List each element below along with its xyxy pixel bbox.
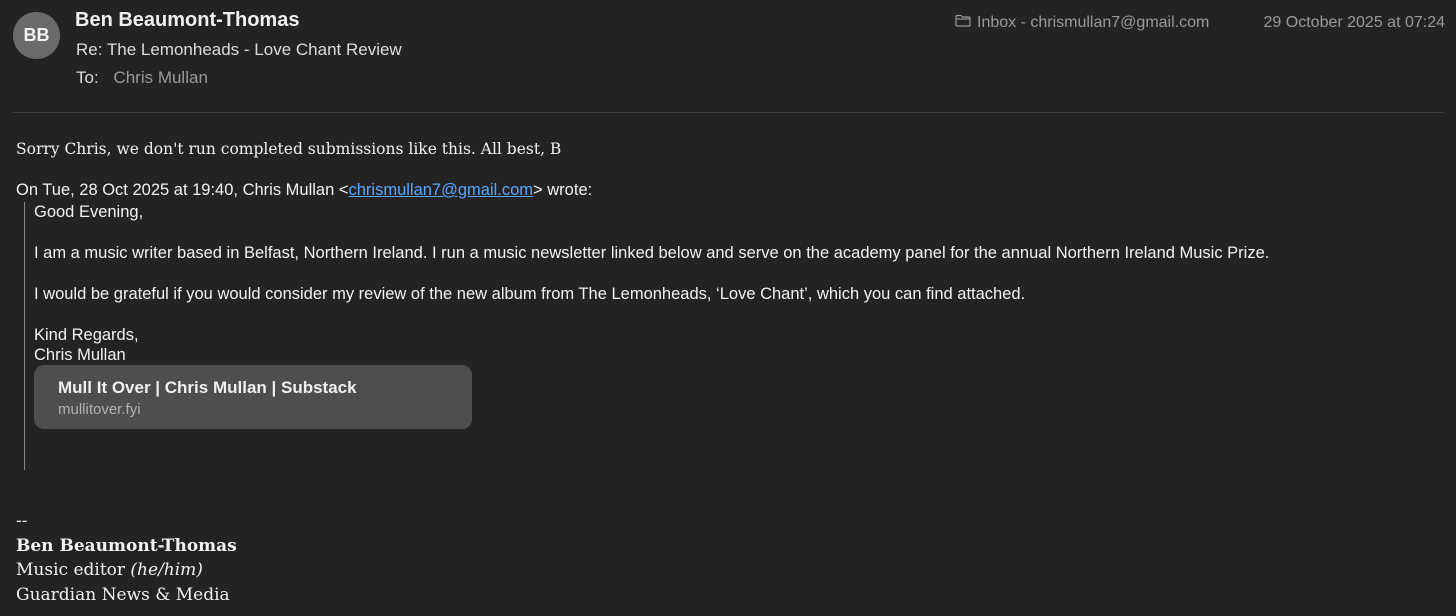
mailbox-location[interactable]: Inbox - chrismullan7@gmail.com [955, 14, 1209, 32]
mailbox-label: Inbox - chrismullan7@gmail.com [977, 14, 1210, 31]
to-label: To: [76, 68, 99, 87]
link-preview-card[interactable]: Mull It Over | Chris Mullan | Substack m… [34, 365, 472, 429]
email-view: BB Ben Beaumont-Thomas Re: The Lemonhead… [0, 0, 1456, 616]
recipient-row: To: Chris Mullan [76, 68, 208, 88]
quoted-paragraph-2: I would be grateful if you would conside… [34, 285, 1026, 303]
quoted-closing: Kind Regards, [34, 326, 139, 344]
attribution-email-link[interactable]: chrismullan7@gmail.com [348, 181, 533, 199]
attribution-suffix: > wrote: [533, 181, 593, 199]
quoted-message: Good Evening, I am a music writer based … [34, 202, 1269, 365]
attribution-prefix: On Tue, 28 Oct 2025 at 19:40, Chris Mull… [16, 181, 349, 199]
signature-pronouns: (he/him) [130, 560, 203, 580]
quote-attribution: On Tue, 28 Oct 2025 at 19:40, Chris Mull… [16, 181, 592, 200]
sender-name[interactable]: Ben Beaumont-Thomas [75, 9, 299, 32]
signature-name: Ben Beaumont-Thomas [16, 535, 237, 556]
quoted-paragraph-1: I am a music writer based in Belfast, No… [34, 244, 1270, 262]
link-card-url: mullitover.fyi [58, 401, 141, 418]
reply-text: Sorry Chris, we don't run completed subm… [16, 140, 562, 158]
link-card-title: Mull It Over | Chris Mullan | Substack [58, 378, 357, 397]
avatar-initials: BB [23, 25, 50, 45]
folder-icon [955, 14, 971, 32]
email-subject: Re: The Lemonheads - Love Chant Review [76, 40, 402, 59]
signature-role: Music editor [16, 560, 126, 580]
email-date: 29 October 2025 at 07:24 [1263, 14, 1445, 31]
signature: -- Ben Beaumont-Thomas Music editor (he/… [16, 509, 237, 607]
quoted-closing-name: Chris Mullan [34, 346, 126, 364]
signature-organization: Guardian News & Media [16, 584, 230, 605]
quoted-greeting: Good Evening, [34, 203, 144, 221]
signature-role-line: Music editor (he/him) [16, 558, 237, 583]
signature-separator: -- [16, 511, 28, 531]
header-divider [13, 112, 1444, 113]
avatar[interactable]: BB [13, 12, 60, 59]
quote-bar [24, 202, 25, 470]
recipient-name[interactable]: Chris Mullan [113, 68, 207, 87]
